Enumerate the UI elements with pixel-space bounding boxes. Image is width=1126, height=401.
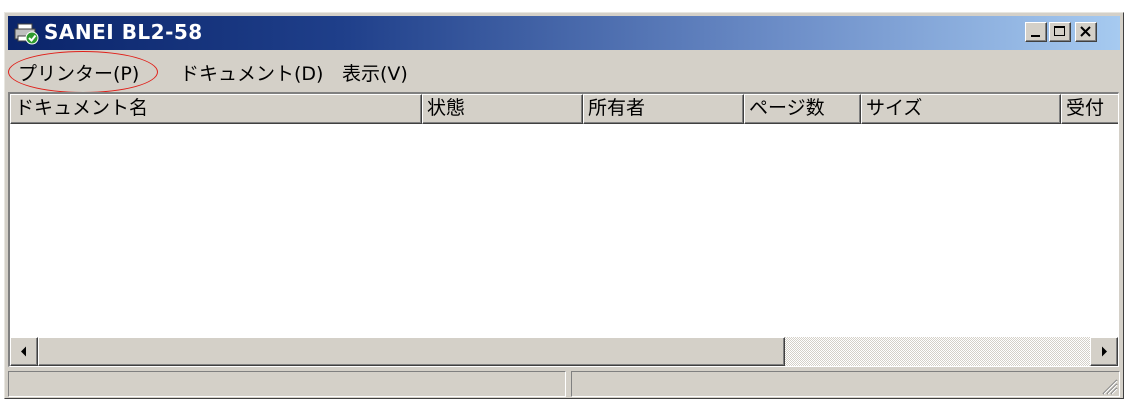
maximize-icon — [1054, 26, 1065, 36]
minimize-icon — [1031, 35, 1040, 37]
scroll-right-button[interactable] — [1090, 337, 1118, 366]
document-list[interactable]: ドキュメント名 状態 所有者 ページ数 サイズ 受付 — [8, 92, 1119, 367]
menu-bar: プリンター(P) ドキュメント(D) 表示(V) — [8, 51, 1120, 93]
resize-grip-icon[interactable] — [1098, 375, 1118, 395]
minimize-button[interactable] — [1025, 22, 1047, 42]
window-title: SANEI BL2-58 — [44, 20, 203, 44]
column-header-status[interactable]: 状態 — [422, 94, 583, 124]
column-header-document-name[interactable]: ドキュメント名 — [10, 94, 422, 124]
status-bar — [8, 371, 1120, 397]
close-icon — [1080, 26, 1091, 37]
horizontal-scrollbar[interactable] — [10, 337, 1118, 366]
document-list-body[interactable] — [10, 124, 1118, 335]
column-header-size[interactable]: サイズ — [861, 94, 1061, 124]
printer-icon — [14, 21, 40, 45]
status-pane-right — [571, 371, 1120, 397]
print-queue-window: SANEI BL2-58 プリンター(P) ドキュメント(D) 表示(V) ドキ… — [4, 12, 1124, 399]
column-header-owner[interactable]: 所有者 — [583, 94, 744, 124]
scroll-left-button[interactable] — [10, 337, 38, 366]
menu-view[interactable]: 表示(V) — [342, 59, 408, 86]
scrollbar-thumb[interactable] — [38, 337, 785, 366]
title-bar[interactable]: SANEI BL2-58 — [8, 16, 1120, 50]
column-header-row: ドキュメント名 状態 所有者 ページ数 サイズ 受付 — [10, 94, 1118, 124]
column-header-submitted[interactable]: 受付 — [1061, 94, 1118, 124]
close-button[interactable] — [1075, 22, 1097, 42]
maximize-button[interactable] — [1049, 22, 1071, 42]
arrow-left-icon — [21, 346, 26, 357]
menu-printer[interactable]: プリンター(P) — [18, 59, 139, 86]
arrow-right-icon — [1102, 346, 1107, 357]
menu-document[interactable]: ドキュメント(D) — [180, 59, 323, 86]
status-pane-left — [8, 371, 566, 397]
column-header-pages[interactable]: ページ数 — [744, 94, 861, 124]
